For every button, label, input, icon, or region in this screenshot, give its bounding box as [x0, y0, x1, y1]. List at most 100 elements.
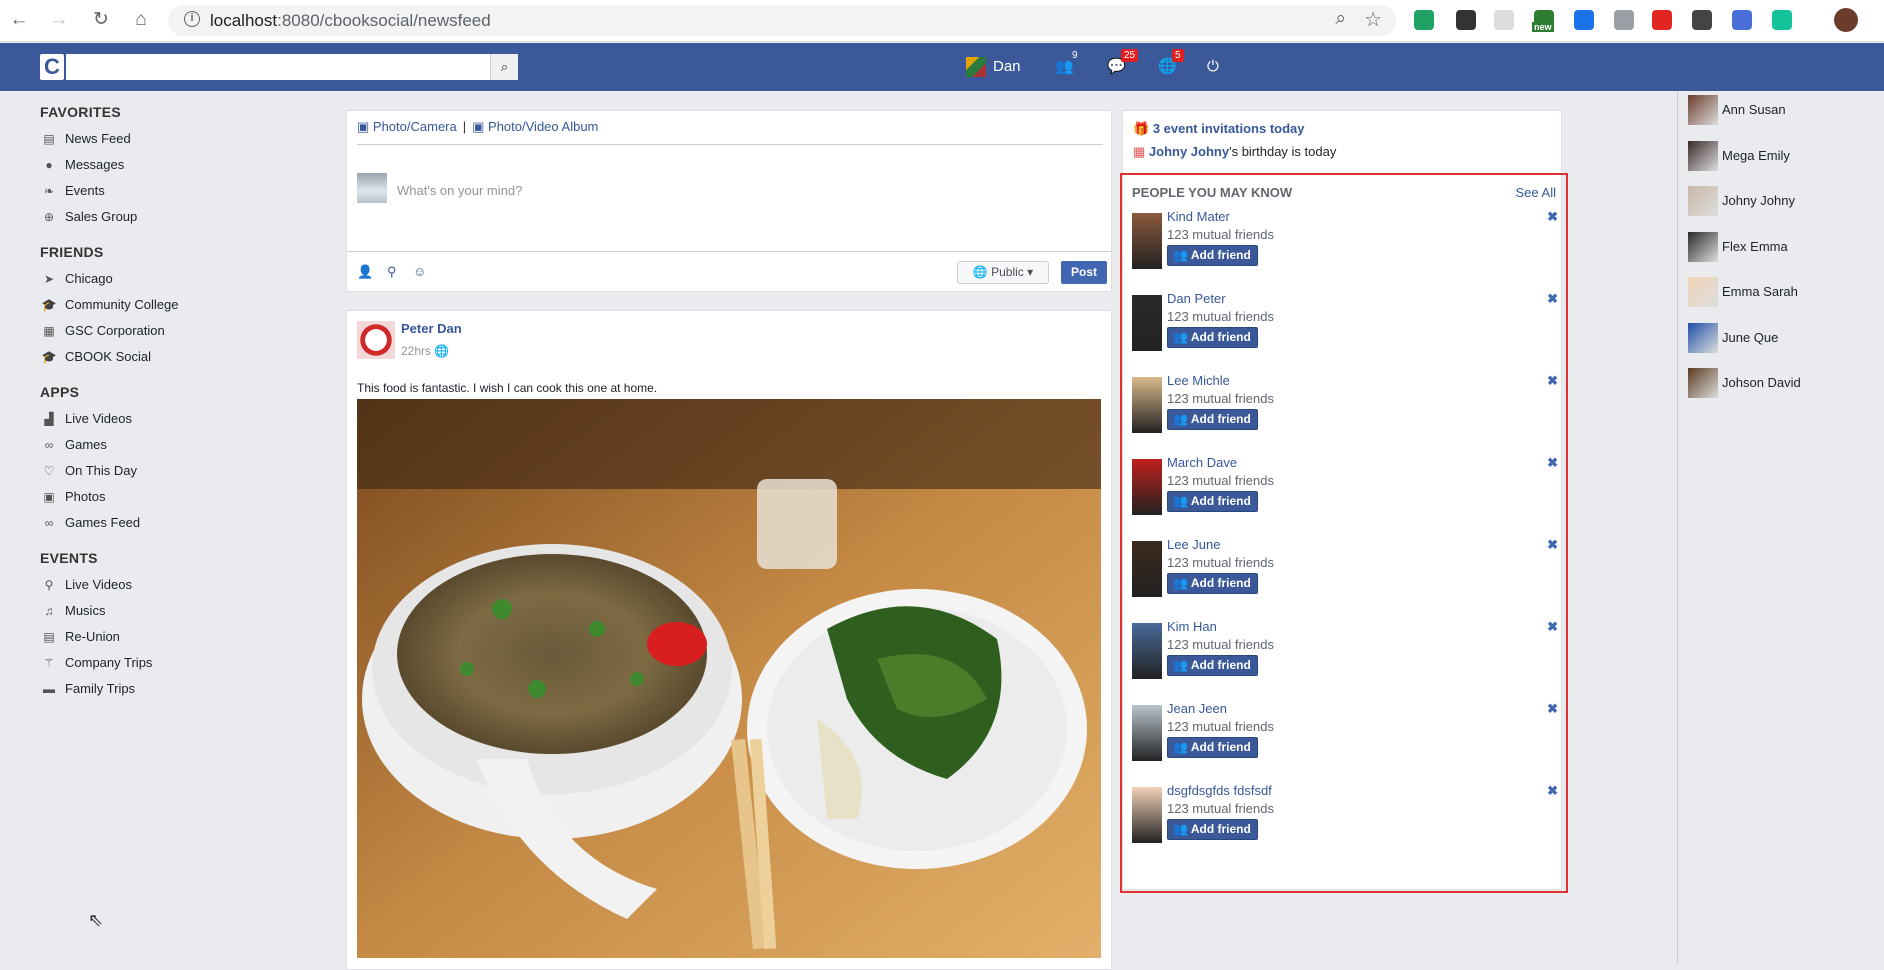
notifications-button[interactable]: 🌐 5	[1158, 49, 1184, 79]
birthday-person-link[interactable]: Johny Johny	[1149, 144, 1229, 159]
chat-contact[interactable]: Emma Sarah	[1688, 277, 1878, 307]
tag-friends-icon[interactable]: 👤	[357, 264, 373, 280]
event-invitations-link[interactable]: 🎁 3 event invitations today	[1133, 121, 1305, 137]
sidebar-item-chicago[interactable]: ➤ Chicago	[40, 266, 290, 292]
chat-contact[interactable]: Ann Susan	[1688, 95, 1878, 125]
grammarly-icon[interactable]	[1772, 10, 1792, 30]
dismiss-icon[interactable]: ✖	[1547, 209, 1558, 225]
search-button[interactable]: ⌕	[490, 54, 518, 80]
sidebar-item-games-feed[interactable]: ∞ Games Feed	[40, 510, 290, 536]
screenshot-new-icon[interactable]: new	[1532, 10, 1554, 32]
dismiss-icon[interactable]: ✖	[1547, 455, 1558, 471]
dismiss-icon[interactable]: ✖	[1547, 619, 1558, 635]
post-button[interactable]: Post	[1061, 261, 1107, 284]
suggestion-avatar[interactable]	[1132, 787, 1162, 843]
add-friend-button[interactable]: 👥 Add friend	[1167, 409, 1258, 430]
suggestion-avatar[interactable]	[1132, 295, 1162, 351]
camera-icon[interactable]	[1614, 10, 1634, 30]
sidebar-item-label: CBOOK Social	[65, 349, 151, 364]
sidebar-item-games[interactable]: ∞ Games	[40, 432, 290, 458]
chat-contact[interactable]: Johson David	[1688, 368, 1878, 398]
suggestion-avatar[interactable]	[1132, 623, 1162, 679]
sidebar-item-musics[interactable]: ♫ Musics	[40, 598, 290, 624]
post-author-name[interactable]: Peter Dan	[401, 321, 462, 336]
messages-button[interactable]: 💬 25	[1107, 49, 1139, 79]
address-bar[interactable]: i localhost:8080/cbooksocial/newsfeed ⌕ …	[168, 5, 1396, 36]
sidebar-item-community-college[interactable]: 🎓 Community College	[40, 292, 290, 318]
see-all-link[interactable]: See All	[1516, 185, 1556, 200]
sidebar-item-messages[interactable]: ● Messages	[40, 152, 290, 178]
dismiss-icon[interactable]: ✖	[1547, 373, 1558, 389]
json-icon[interactable]	[1692, 10, 1712, 30]
suggestion-name[interactable]: March Dave	[1167, 455, 1237, 470]
post-author-avatar[interactable]	[357, 321, 395, 359]
home-icon[interactable]: ⌂	[128, 7, 154, 33]
add-friend-button[interactable]: 👥 Add friend	[1167, 245, 1258, 266]
photo-camera-link[interactable]: ▣ Photo/Camera	[357, 119, 457, 134]
dismiss-icon[interactable]: ✖	[1547, 537, 1558, 553]
dismiss-icon[interactable]: ✖	[1547, 783, 1558, 799]
profile-avatar[interactable]	[1834, 8, 1858, 32]
status-input[interactable]: What's on your mind?	[397, 183, 522, 198]
zoom-icon[interactable]: ⌕	[1335, 8, 1346, 30]
sidebar-item-photos[interactable]: ▣ Photos	[40, 484, 290, 510]
bookmark-star-icon[interactable]: ☆	[1364, 7, 1382, 32]
chat-contact[interactable]: June Que	[1688, 322, 1878, 353]
url-text[interactable]: localhost:8080/cbooksocial/newsfeed	[210, 11, 491, 31]
cube-icon[interactable]	[1732, 10, 1752, 30]
suggestion-avatar[interactable]	[1132, 705, 1162, 761]
add-friend-button[interactable]: 👥 Add friend	[1167, 573, 1258, 594]
add-friend-button[interactable]: 👥 Add friend	[1167, 327, 1258, 348]
suggestion-avatar[interactable]	[1132, 541, 1162, 597]
chat-contact[interactable]: Johny Johny	[1688, 186, 1878, 216]
post-photo[interactable]	[357, 399, 1101, 958]
blank-extension-icon[interactable]	[1494, 10, 1514, 30]
friend-requests-button[interactable]: 👥 9	[1055, 49, 1081, 79]
privacy-dropdown[interactable]: 🌐 Public ▾	[957, 261, 1049, 284]
dismiss-icon[interactable]: ✖	[1547, 291, 1558, 307]
sidebar-item-re-union[interactable]: ▤ Re-Union	[40, 624, 290, 650]
suggestion-name[interactable]: Kind Mater	[1167, 209, 1230, 224]
add-friend-button[interactable]: 👥 Add friend	[1167, 655, 1258, 676]
suggestion-name[interactable]: Jean Jeen	[1167, 701, 1227, 716]
suggestion-name[interactable]: Dan Peter	[1167, 291, 1226, 306]
suggestion-avatar[interactable]	[1132, 213, 1162, 269]
suggestion-avatar[interactable]	[1132, 459, 1162, 515]
sidebar-item-company-trips[interactable]: ⚚ Company Trips	[40, 650, 290, 676]
color-picker-icon[interactable]	[1456, 10, 1476, 30]
sidebar-item-on-this-day[interactable]: ♡ On This Day	[40, 458, 290, 484]
smile-icon[interactable]: ☺	[413, 264, 426, 279]
site-logo[interactable]: C	[40, 54, 64, 80]
photo-album-link[interactable]: ▣ Photo/Video Album	[472, 119, 598, 134]
add-friend-button[interactable]: 👥 Add friend	[1167, 491, 1258, 512]
drive-icon[interactable]	[1414, 10, 1434, 30]
dismiss-icon[interactable]: ✖	[1547, 701, 1558, 717]
add-friend-button[interactable]: 👥 Add friend	[1167, 737, 1258, 758]
reload-icon[interactable]: ↻	[88, 7, 114, 33]
add-friend-button[interactable]: 👥 Add friend	[1167, 819, 1258, 840]
sidebar-item-family-trips[interactable]: ▬ Family Trips	[40, 676, 290, 702]
sidebar-item-cbook-social[interactable]: 🎓 CBOOK Social	[40, 344, 290, 370]
user-profile-link[interactable]: Dan	[966, 55, 1021, 79]
back-icon[interactable]: ←	[6, 7, 32, 33]
opera-icon[interactable]	[1652, 10, 1672, 30]
shield-icon[interactable]	[1574, 10, 1594, 30]
sidebar-item-live-videos[interactable]: ▟ Live Videos	[40, 406, 290, 432]
map-marker-icon[interactable]: ⚲	[387, 264, 397, 280]
sidebar-item-events[interactable]: ❧ Events	[40, 178, 290, 204]
sidebar-item-sales-group[interactable]: ⊕ Sales Group	[40, 204, 290, 230]
suggestion-avatar[interactable]	[1132, 377, 1162, 433]
site-info-icon[interactable]: i	[184, 11, 200, 27]
suggestion-name[interactable]: dsgfdsgfds fdsfsdf	[1167, 783, 1272, 798]
chat-contact[interactable]: Flex Emma	[1688, 231, 1878, 262]
chat-contact[interactable]: Mega Emily	[1688, 140, 1878, 171]
logout-button[interactable]: ⏻	[1207, 55, 1219, 79]
sidebar-item-live-videos[interactable]: ⚲ Live Videos	[40, 572, 290, 598]
forward-icon[interactable]: →	[46, 7, 72, 33]
sidebar-item-gsc-corporation[interactable]: ▦ GSC Corporation	[40, 318, 290, 344]
suggestion-name[interactable]: Lee Michle	[1167, 373, 1230, 388]
search-input[interactable]	[66, 54, 490, 80]
sidebar-item-news-feed[interactable]: ▤ News Feed	[40, 126, 290, 152]
suggestion-name[interactable]: Lee June	[1167, 537, 1221, 552]
suggestion-name[interactable]: Kim Han	[1167, 619, 1217, 634]
